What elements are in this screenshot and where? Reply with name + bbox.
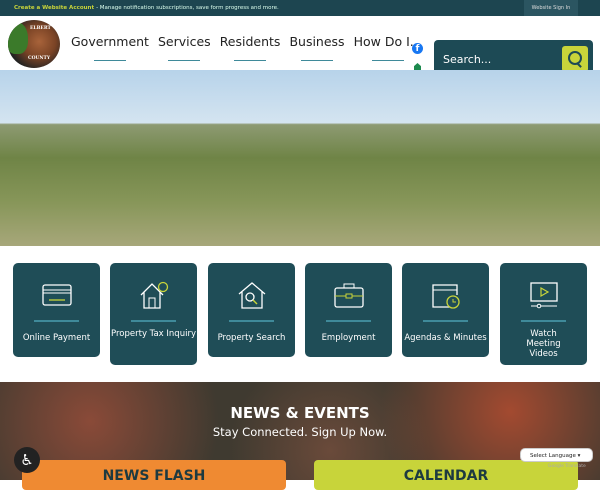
select-language-dropdown[interactable]: Select Language ▾	[520, 448, 593, 462]
divider	[229, 320, 274, 322]
select-language-label: Select Language	[530, 453, 576, 459]
tile-label: Property Search	[217, 333, 286, 343]
news-flash-button[interactable]: NEWS FLASH	[22, 460, 286, 490]
calendar-button[interactable]: CALENDAR	[314, 460, 578, 490]
tile-label: Property Tax Inquiry	[111, 329, 196, 339]
tile-property-search[interactable]: Property Search	[208, 263, 295, 357]
tile-label: Agendas & Minutes	[404, 333, 487, 343]
tile-label-text: Watch Meeting Videos	[526, 329, 561, 359]
tile-label: Online Payment	[22, 333, 91, 343]
divider	[326, 320, 371, 322]
header: ELBERT COUNTY Government Services Reside…	[0, 16, 600, 78]
calendar-clock-icon	[432, 284, 460, 309]
tile-label: Watch Meeting Videos	[500, 329, 587, 359]
top-bar: Create a Website Account - Manage notifi…	[0, 0, 600, 16]
main-nav: Government Services Residents Business H…	[71, 34, 422, 49]
credit-card-icon	[42, 284, 72, 306]
search-button[interactable]	[562, 46, 588, 72]
news-events-subtitle[interactable]: Stay Connected. Sign Up Now.	[0, 425, 600, 439]
search-input[interactable]	[443, 49, 553, 69]
nav-government[interactable]: Government	[71, 34, 149, 49]
nav-services[interactable]: Services	[158, 34, 211, 49]
divider	[34, 320, 79, 322]
tree-graphic	[8, 22, 28, 54]
accessibility-icon[interactable]: ♿	[14, 447, 40, 473]
facebook-icon[interactable]: f	[412, 43, 423, 54]
nav-residents[interactable]: Residents	[220, 34, 281, 49]
google-translate-credit: Google Translate	[548, 464, 586, 469]
hero-image	[0, 70, 600, 246]
house-search-icon	[238, 282, 266, 309]
briefcase-icon	[334, 283, 364, 308]
create-account-link[interactable]: Create a Website Account	[14, 5, 94, 11]
top-bar-message: - Manage notification subscriptions, sav…	[96, 5, 279, 11]
logo-text-bottom: COUNTY	[28, 56, 51, 61]
quick-links: Online Payment Property Tax Inquiry Prop…	[0, 246, 600, 382]
tile-label: Employment	[321, 333, 376, 343]
divider	[521, 320, 566, 322]
county-logo[interactable]: ELBERT COUNTY	[8, 20, 60, 68]
tile-agendas-minutes[interactable]: Agendas & Minutes	[402, 263, 489, 357]
video-player-icon	[530, 282, 558, 309]
tile-employment[interactable]: Employment	[305, 263, 392, 357]
tile-property-tax-inquiry[interactable]: Property Tax Inquiry	[110, 263, 197, 365]
home-icon[interactable]	[414, 63, 421, 70]
news-events-title: NEWS & EVENTS	[230, 404, 370, 422]
social-links: f	[412, 43, 423, 70]
tile-online-payment[interactable]: Online Payment	[13, 263, 100, 357]
nav-business[interactable]: Business	[289, 34, 344, 49]
logo-text-top: ELBERT	[30, 26, 51, 31]
news-events-section: NEWS & EVENTS Stay Connected. Sign Up No…	[0, 382, 600, 490]
house-dollar-icon	[140, 281, 169, 309]
divider	[131, 320, 176, 322]
tile-watch-meeting-videos[interactable]: Watch Meeting Videos	[500, 263, 587, 365]
website-sign-in-button[interactable]: Website Sign In	[524, 0, 578, 16]
divider	[423, 320, 468, 322]
